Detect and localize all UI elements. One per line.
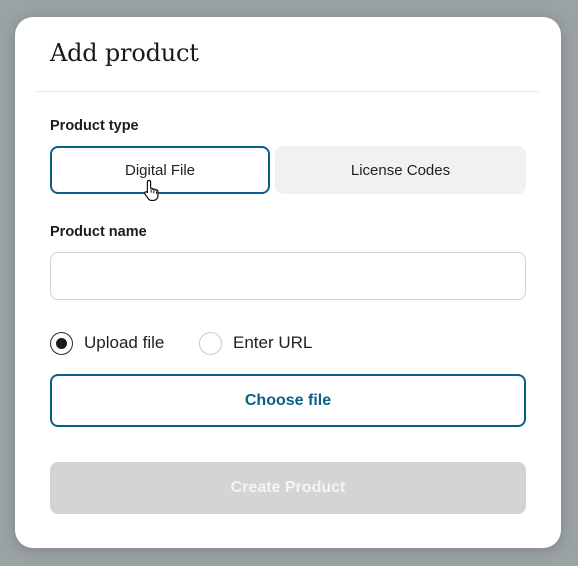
product-name-input[interactable] <box>50 252 526 300</box>
hand-pointer-icon <box>144 179 159 201</box>
upload-file-label: Upload file <box>84 333 165 352</box>
product-name-label: Product name <box>50 224 147 240</box>
product-type-label: Product type <box>50 118 139 134</box>
enter-url-label: Enter URL <box>233 333 313 352</box>
radio-unchecked-icon <box>199 331 222 355</box>
choose-file-button[interactable]: Choose file <box>50 374 526 427</box>
create-product-button[interactable]: Create Product <box>50 462 526 514</box>
digital-file-label: Digital File <box>124 161 196 179</box>
enter-url-radio[interactable]: Enter URL <box>199 329 312 357</box>
dialog-title: Add product <box>50 39 199 67</box>
license-codes-label: License Codes <box>350 161 451 179</box>
radio-checked-icon <box>50 331 73 355</box>
product-type-license-codes-option[interactable]: License Codes <box>275 146 526 194</box>
upload-file-radio[interactable]: Upload file <box>50 329 164 357</box>
radio-dot <box>56 337 67 349</box>
add-product-dialog: Add product Product type Digital File Li… <box>15 17 561 548</box>
title-divider <box>36 91 539 92</box>
